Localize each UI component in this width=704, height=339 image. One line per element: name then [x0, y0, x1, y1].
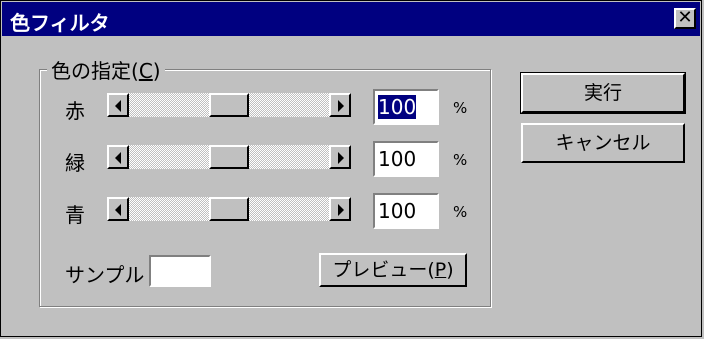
arrow-left-icon	[115, 204, 121, 216]
arrow-right-icon	[338, 100, 344, 112]
red-scroll-thumb[interactable]	[209, 93, 249, 117]
blue-value-text: 100	[378, 199, 417, 223]
blue-value-field[interactable]: 100	[373, 193, 439, 229]
green-scroll-right-button[interactable]	[329, 145, 351, 169]
preview-button[interactable]: プレビュー(P)	[319, 253, 467, 287]
blue-percent-label: %	[453, 203, 468, 221]
blue-scrollbar[interactable]	[107, 197, 351, 221]
red-scroll-left-button[interactable]	[107, 93, 129, 117]
close-icon: ✕	[677, 7, 693, 28]
execute-button[interactable]: 実行	[520, 72, 686, 114]
blue-label: 青	[65, 203, 85, 227]
red-scroll-right-button[interactable]	[329, 93, 351, 117]
green-value-field[interactable]: 100	[373, 141, 439, 177]
red-value-text: 100	[378, 95, 417, 119]
arrow-right-icon	[338, 204, 344, 216]
arrow-right-icon	[338, 152, 344, 164]
blue-scroll-thumb[interactable]	[209, 197, 249, 221]
group-legend: 色の指定(C)	[47, 55, 165, 84]
green-label: 緑	[65, 151, 85, 175]
red-percent-label: %	[453, 99, 468, 117]
green-scrollbar[interactable]	[107, 145, 351, 169]
blue-scroll-right-button[interactable]	[329, 197, 351, 221]
sample-label: サンプル	[65, 263, 145, 287]
sample-color-swatch	[149, 255, 211, 287]
red-scroll-track[interactable]	[129, 93, 329, 117]
blue-scroll-track[interactable]	[129, 197, 329, 221]
red-scrollbar[interactable]	[107, 93, 351, 117]
close-button[interactable]: ✕	[674, 8, 696, 29]
blue-scroll-left-button[interactable]	[107, 197, 129, 221]
green-value-text: 100	[378, 147, 417, 171]
color-filter-dialog: 色フィルタ ✕ 色の指定(C) 赤 100 % 緑 100 % 青 100 % …	[0, 0, 702, 337]
title-bar[interactable]: 色フィルタ ✕	[2, 2, 700, 36]
green-scroll-left-button[interactable]	[107, 145, 129, 169]
red-label: 赤	[65, 99, 85, 123]
arrow-left-icon	[115, 100, 121, 112]
green-percent-label: %	[453, 151, 468, 169]
cancel-button[interactable]: キャンセル	[521, 123, 685, 163]
arrow-left-icon	[115, 152, 121, 164]
window-title: 色フィルタ	[10, 11, 110, 35]
green-scroll-track[interactable]	[129, 145, 329, 169]
red-value-field[interactable]: 100	[373, 89, 439, 125]
green-scroll-thumb[interactable]	[209, 145, 249, 169]
